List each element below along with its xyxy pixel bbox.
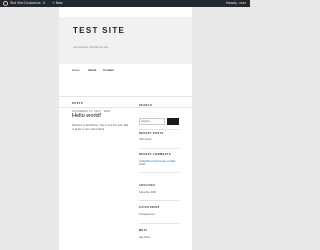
site-description: Just another WordPress site: [73, 45, 109, 49]
site-header: TEST SITE Just another WordPress site: [59, 17, 192, 64]
admin-bar-comments[interactable]: 0: [43, 0, 45, 7]
widget-divider: [139, 200, 179, 201]
wordpress-logo-icon[interactable]: [3, 1, 8, 6]
recent-posts-title: RECENT POSTS: [139, 132, 164, 135]
categories-title: CATEGORIES: [139, 206, 160, 209]
category-link[interactable]: Uncategorized: [139, 213, 179, 216]
site-title[interactable]: TEST SITE: [73, 26, 125, 35]
search-button[interactable]: [167, 118, 179, 125]
admin-bar-new[interactable]: + New: [52, 0, 63, 7]
main-navigation: Home About Contact: [59, 68, 192, 76]
recent-comment-link[interactable]: A WordPress Commenter on Hello world!: [139, 160, 179, 167]
widget-divider: [139, 172, 179, 173]
meta-link[interactable]: Site Admin: [139, 236, 179, 239]
admin-bar-site-name[interactable]: Test Site: [10, 0, 23, 7]
widget-divider: [139, 129, 179, 130]
page-container: TEST SITE Just another WordPress site Ho…: [59, 7, 192, 250]
search-widget-title: SEARCH: [139, 104, 153, 107]
nav-item-home[interactable]: Home: [72, 68, 80, 72]
archives-title: ARCHIVES: [139, 184, 156, 187]
recent-comments-title: RECENT COMMENTS: [139, 153, 171, 156]
nav-item-about[interactable]: About: [88, 68, 96, 72]
admin-bar-account[interactable]: Howdy, user: [226, 0, 246, 7]
post-title[interactable]: Hello world!: [72, 113, 101, 119]
nav-item-contact[interactable]: Contact: [103, 68, 114, 72]
widget-divider: [139, 223, 179, 224]
post-excerpt: Welcome to WordPress. This is your first…: [72, 124, 129, 131]
admin-bar-customize[interactable]: Customize: [24, 0, 41, 7]
widget-divider: [139, 148, 179, 149]
meta-title: META: [139, 229, 148, 232]
admin-bar: Test Site Customize 0 + New Howdy, user: [0, 0, 250, 7]
posts-heading: POSTS: [72, 102, 84, 105]
archive-link[interactable]: November 2020: [139, 191, 179, 194]
recent-post-link[interactable]: Hello world!: [139, 138, 179, 141]
search-input[interactable]: Search ...: [139, 118, 165, 125]
